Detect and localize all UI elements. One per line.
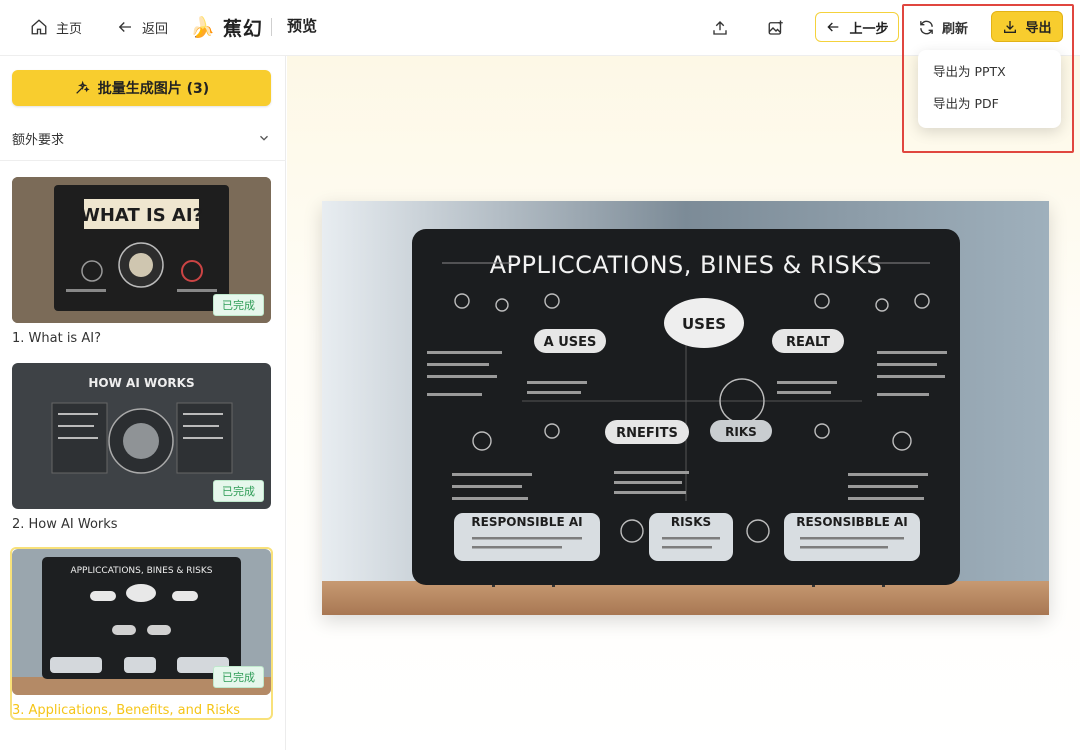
slide-card-1[interactable]: WHAT IS AI? 已完成 1. What is AI?: [12, 177, 271, 346]
banana-logo-icon: 🍌: [190, 15, 215, 39]
extra-requirements-toggle[interactable]: 额外要求: [12, 126, 271, 150]
slide-thumbnail: HOW AI WORKS 已完成: [12, 363, 271, 509]
prev-step-label: 上一步: [849, 21, 889, 37]
image-edit-button[interactable]: [762, 14, 790, 42]
slide-thumb-title: WHAT IS AI?: [80, 205, 203, 226]
home-button[interactable]: 主页: [30, 14, 82, 40]
bubble-a-uses: A USES: [544, 335, 597, 350]
arrow-left-icon: [827, 22, 839, 32]
batch-generate-label: 批量生成图片 (3): [97, 81, 210, 97]
export-dropdown-menu: 导出为 PPTX 导出为 PDF: [918, 50, 1061, 128]
sparkle-icon: [76, 80, 90, 94]
slide-label: 1. What is AI?: [12, 331, 101, 346]
bubble-rnefits: RNEFITS: [616, 426, 678, 441]
slide-thumb-title: APPLICCATIONS, BINES & RISKS: [70, 566, 212, 576]
upload-icon: [713, 21, 727, 35]
image-edit-icon: [768, 20, 783, 35]
status-badge: 已完成: [213, 480, 264, 502]
export-pdf-item[interactable]: 导出为 PDF: [918, 88, 1061, 120]
slide-preview-art: APPLICCATIONS, BINES & RISKS USES A USES…: [322, 201, 1049, 615]
slide-thumb-title: HOW AI WORKS: [88, 376, 194, 390]
arrow-left-icon: [118, 22, 131, 32]
slide-thumbnail: WHAT IS AI? 已完成: [12, 177, 271, 323]
slides-sidebar: 批量生成图片 (3) 额外要求 WHAT IS AI? 已完成 1. What …: [0, 56, 286, 750]
box-responsible-ai: RESPONSIBLE AI: [471, 515, 582, 529]
slide-thumbnail: APPLICCATIONS, BINES & RISKS 已完成: [12, 549, 271, 695]
preview-area: APPLICCATIONS, BINES & RISKS USES A USES…: [287, 56, 1080, 750]
status-badge: 已完成: [213, 294, 264, 316]
export-pptx-item[interactable]: 导出为 PPTX: [918, 56, 1061, 88]
bubble-realt: REALT: [786, 335, 830, 350]
box-risks: RISKS: [671, 515, 711, 529]
home-icon: [31, 19, 47, 35]
header-divider: [271, 18, 272, 36]
bubble-riks: RIKS: [725, 425, 757, 439]
extra-requirements-label: 额外要求: [12, 132, 65, 148]
share-button[interactable]: [706, 14, 734, 42]
box-resonsibble-ai: RESONSIBBLE AI: [796, 515, 908, 529]
home-label: 主页: [56, 21, 83, 37]
bubble-uses: USES: [682, 315, 726, 333]
back-button[interactable]: 返回: [116, 14, 168, 40]
preview-title: APPLICCATIONS, BINES & RISKS: [490, 251, 883, 279]
slide-preview-image: APPLICCATIONS, BINES & RISKS USES A USES…: [322, 201, 1049, 615]
back-label: 返回: [142, 21, 169, 37]
chevron-down-icon: [260, 135, 268, 141]
slide-label: 3. Applications, Benefits, and Risks: [12, 703, 240, 718]
page-title: 预览: [287, 17, 318, 35]
slide-card-3[interactable]: APPLICCATIONS, BINES & RISKS 已完成 3. Appl…: [10, 547, 273, 720]
batch-generate-button[interactable]: 批量生成图片 (3): [12, 70, 271, 106]
brand-name: 蕉幻: [222, 17, 263, 40]
prev-step-button[interactable]: 上一步: [815, 12, 899, 42]
status-badge: 已完成: [213, 666, 264, 688]
sidebar-divider: [0, 160, 286, 161]
slide-card-2[interactable]: HOW AI WORKS 已完成 2. How AI Works: [12, 363, 271, 532]
slide-label: 2. How AI Works: [12, 517, 118, 532]
brand: 🍌 蕉幻: [190, 12, 263, 42]
